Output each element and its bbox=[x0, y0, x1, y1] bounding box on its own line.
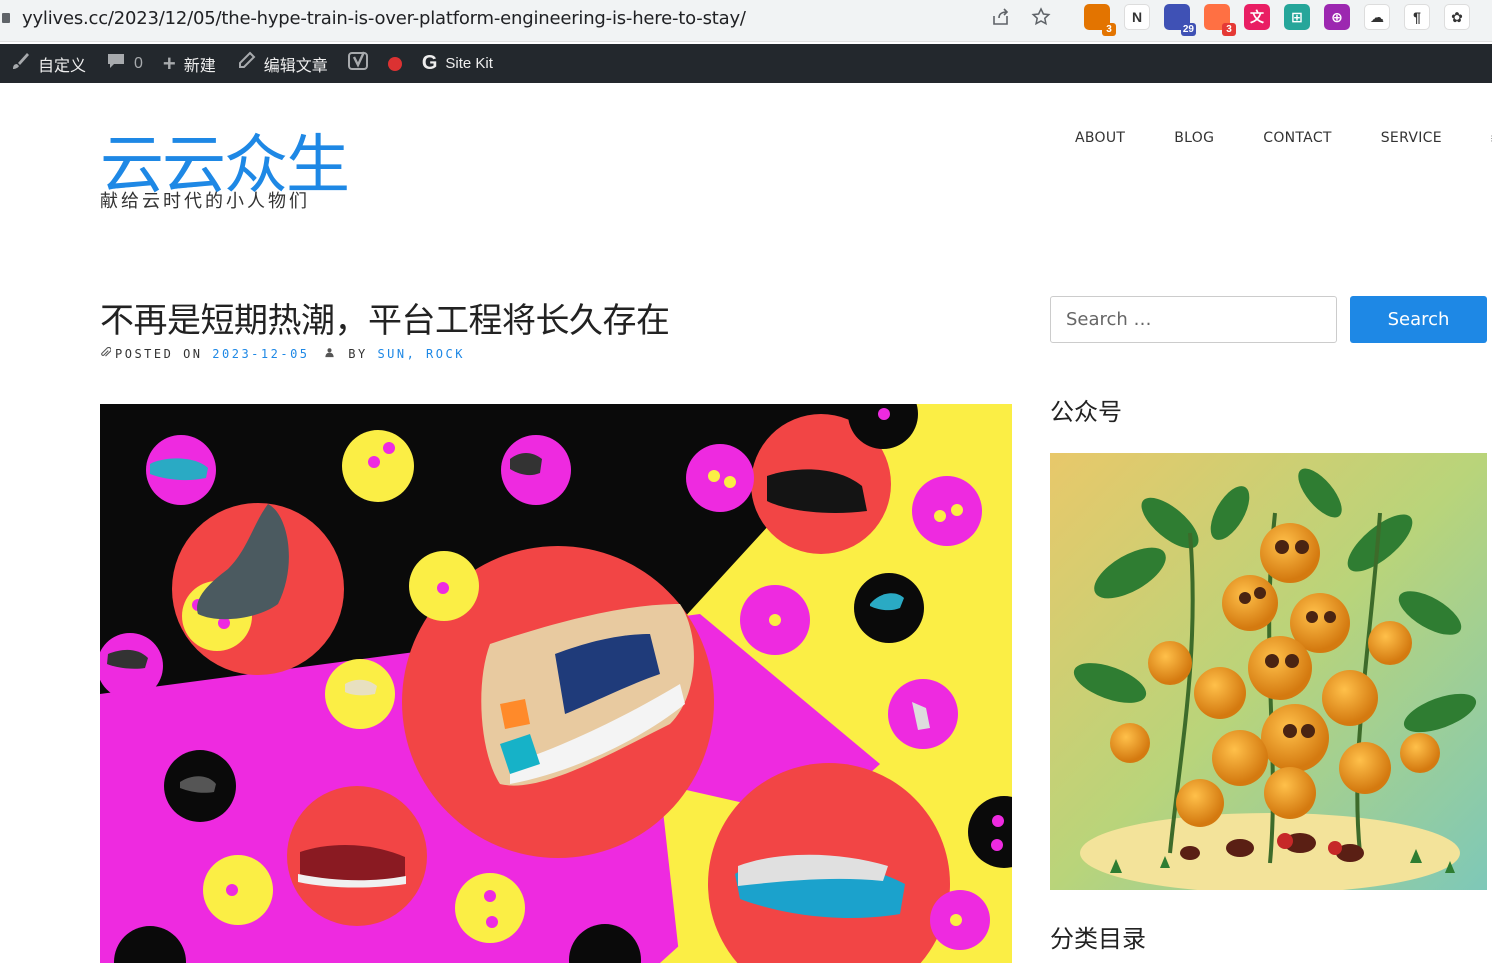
nav-about[interactable]: ABOUT bbox=[1075, 130, 1125, 146]
admin-customize-label: 自定义 bbox=[38, 57, 87, 75]
flame-icon[interactable]: 3 bbox=[1204, 4, 1236, 36]
cloud-icon[interactable]: ☁ bbox=[1364, 4, 1390, 30]
grid-icon-glyph: ⊞ bbox=[1291, 8, 1303, 25]
extension-badge: 29 bbox=[1180, 23, 1196, 36]
post-title: 不再是短期热潮，平台工程将长久存在 bbox=[100, 301, 670, 341]
url-text[interactable]: yylives.cc/2023/12/05/the-hype-train-is-… bbox=[22, 8, 746, 29]
lock-icon bbox=[2, 13, 10, 23]
nav-contact[interactable]: CONTACT bbox=[1263, 130, 1332, 146]
notion-icon[interactable]: N bbox=[1124, 4, 1150, 30]
admin-new[interactable]: + 新建 bbox=[153, 44, 226, 83]
admin-edit-post[interactable]: 编辑文章 bbox=[226, 44, 338, 83]
comment-bubble-icon bbox=[106, 51, 126, 76]
yoast-icon bbox=[347, 50, 370, 77]
nav-blog[interactable]: BLOG bbox=[1174, 130, 1214, 146]
post-date-link[interactable]: 2023-12-05 bbox=[212, 347, 309, 361]
admin-sitekit[interactable]: G Site Kit bbox=[412, 44, 503, 83]
widget-title-categories: 分类目录 bbox=[1050, 925, 1146, 953]
translate-icon[interactable]: 文 bbox=[1244, 4, 1270, 30]
posted-on-label: POSTED ON bbox=[115, 347, 203, 361]
paragraph-icon-glyph: ¶ bbox=[1413, 9, 1421, 25]
wp-admin-bar: 自定义 0 + 新建 编辑文章 G Site Kit bbox=[0, 44, 1492, 83]
by-label: BY bbox=[348, 347, 368, 361]
admin-edit-label: 编辑文章 bbox=[263, 57, 328, 75]
omnibox-actions bbox=[990, 6, 1052, 28]
wechat-qr-image bbox=[1050, 453, 1487, 890]
admin-yoast[interactable] bbox=[338, 44, 378, 83]
address-bar[interactable]: yylives.cc/2023/12/05/the-hype-train-is-… bbox=[0, 0, 1070, 36]
search-button[interactable]: Search bbox=[1350, 296, 1487, 343]
extensions-toolbar: 3 N 29 3 文 ⊞ ⊕ ☁ ¶ ✿ bbox=[1084, 4, 1470, 36]
admin-sitekit-label: Site Kit bbox=[445, 55, 493, 72]
site-tagline: 献给云时代的小人物们 bbox=[100, 191, 310, 212]
featured-image bbox=[100, 404, 1012, 963]
pencil-icon bbox=[236, 51, 256, 76]
admin-comments-count: 0 bbox=[134, 54, 143, 72]
circle-logo-icon[interactable]: ⊕ bbox=[1324, 4, 1350, 30]
notion-icon-glyph: N bbox=[1131, 9, 1143, 25]
browser-chrome: yylives.cc/2023/12/05/the-hype-train-is-… bbox=[0, 0, 1492, 42]
post-meta: POSTED ON 2023-12-05 BY SUN, ROCK bbox=[100, 346, 465, 361]
grid-icon[interactable]: ⊞ bbox=[1284, 4, 1310, 30]
plus-icon: + bbox=[162, 50, 176, 76]
extension-badge: 3 bbox=[1102, 23, 1116, 36]
post-author-link[interactable]: SUN, ROCK bbox=[377, 347, 465, 361]
openai-icon[interactable]: ✿ bbox=[1444, 4, 1470, 30]
search-input[interactable] bbox=[1050, 296, 1337, 343]
admin-comments[interactable]: 0 bbox=[96, 44, 153, 83]
seo-status-dot bbox=[387, 56, 402, 71]
google-g-icon: G bbox=[421, 52, 438, 74]
paragraph-icon[interactable]: ¶ bbox=[1404, 4, 1430, 30]
main-nav: ABOUT BLOG CONTACT SERVICE ≡ bbox=[1075, 130, 1492, 146]
share-icon[interactable] bbox=[990, 6, 1012, 28]
admin-new-label: 新建 bbox=[183, 57, 216, 75]
user-icon bbox=[324, 347, 335, 361]
paintbrush-icon bbox=[10, 51, 30, 76]
translate-icon-glyph: 文 bbox=[1250, 9, 1264, 25]
openai-icon-glyph: ✿ bbox=[1451, 8, 1463, 25]
mortarboard-icon[interactable]: 29 bbox=[1164, 4, 1196, 36]
bookmark-star-icon[interactable] bbox=[1030, 6, 1052, 28]
circle-logo-icon-glyph: ⊕ bbox=[1331, 8, 1343, 25]
cloud-icon-glyph: ☁ bbox=[1370, 8, 1384, 25]
admin-customize[interactable]: 自定义 bbox=[0, 44, 96, 83]
lighthouse-icon[interactable]: 3 bbox=[1084, 4, 1116, 36]
widget-title-wechat: 公众号 bbox=[1050, 398, 1122, 426]
nav-service[interactable]: SERVICE bbox=[1381, 130, 1442, 146]
paperclip-icon bbox=[100, 346, 112, 361]
extension-badge: 3 bbox=[1222, 23, 1236, 36]
